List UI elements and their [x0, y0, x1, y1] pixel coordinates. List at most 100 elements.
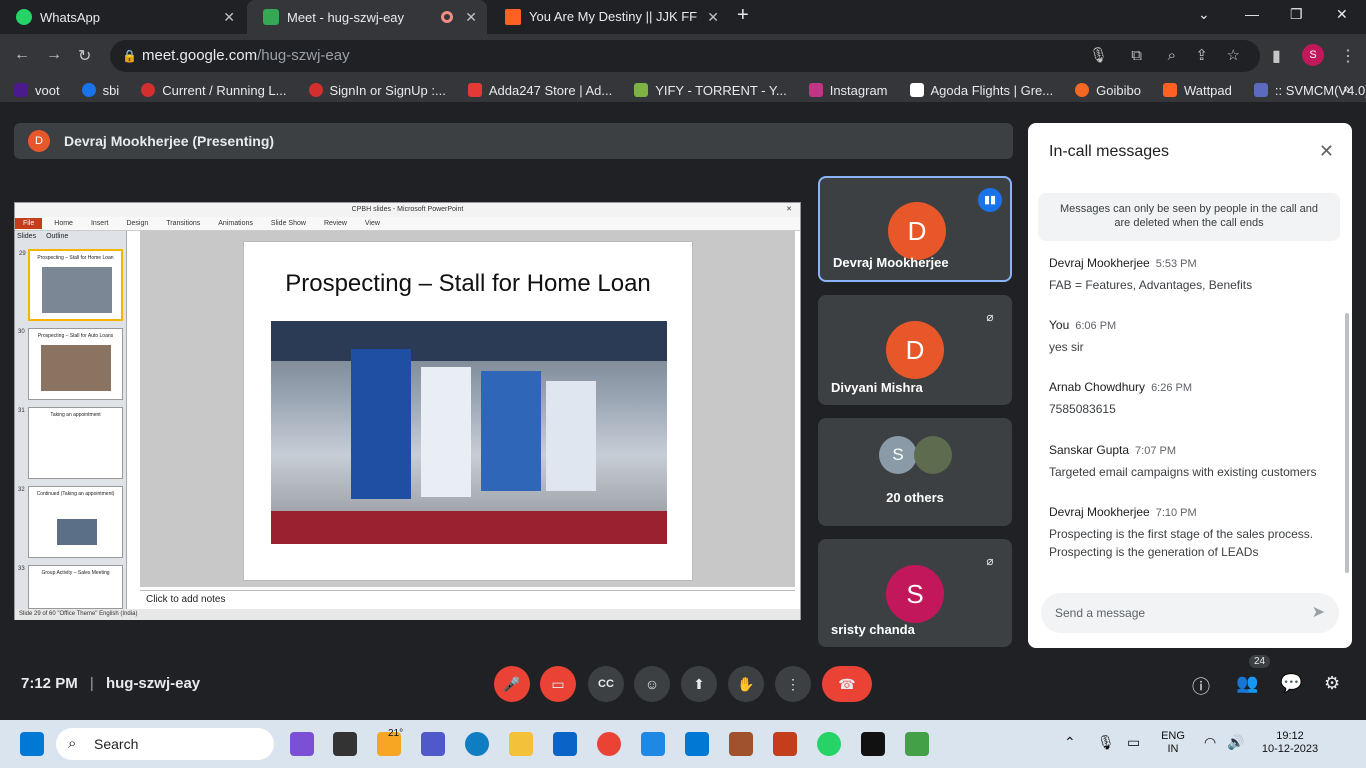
- bookmark-current-running[interactable]: Current / Running L...: [141, 83, 287, 98]
- ppt-status-bar: Slide 29 of 60 "Office Theme" English (I…: [15, 609, 800, 620]
- people-icon[interactable]: 👥: [1236, 673, 1258, 694]
- reload-icon[interactable]: ↻: [78, 46, 91, 66]
- present-button[interactable]: ⬆: [681, 666, 717, 702]
- language-indicator[interactable]: ENG IN: [1158, 730, 1188, 756]
- microphone-icon[interactable]: 🎙: [1089, 40, 1108, 72]
- blocked-icon: [141, 83, 156, 97]
- mail-icon[interactable]: [553, 732, 577, 756]
- bookmark-agoda[interactable]: Agoda Flights | Gre...: [909, 83, 1053, 98]
- message-text: 7585083615: [1049, 402, 1116, 416]
- bookmark-yify[interactable]: YIFY - TORRENT - Y...: [634, 83, 787, 98]
- copilot-icon[interactable]: [290, 732, 314, 756]
- chat-icon[interactable]: 💬: [1280, 673, 1302, 694]
- chat-scrollbar[interactable]: [1345, 313, 1349, 573]
- chrome-icon[interactable]: [597, 732, 621, 756]
- whatsapp-icon[interactable]: [817, 732, 841, 756]
- remote-desktop-icon[interactable]: [641, 732, 665, 756]
- participant-avatar: S: [879, 436, 917, 474]
- restore-icon[interactable]: ❐: [1290, 6, 1303, 23]
- meeting-code: hug-szwj-eay: [105, 675, 201, 692]
- mic-off-button[interactable]: 🎤: [494, 666, 530, 702]
- file-explorer-icon[interactable]: [509, 732, 533, 756]
- side-panel-icon[interactable]: ▮: [1272, 46, 1281, 66]
- captions-button[interactable]: CC: [588, 666, 624, 702]
- participant-tile[interactable]: S ⌀ sristy chanda: [818, 539, 1012, 647]
- chevron-up-icon[interactable]: ⌃: [1064, 734, 1076, 751]
- more-options-button[interactable]: ⋮: [775, 666, 811, 702]
- address-bar[interactable]: 🔒 meet.google.com/hug-szwj-eay 🎙 ⧉ ⌕ ⇪ ☆: [110, 40, 1260, 72]
- tab-meet[interactable]: Meet - hug-szwj-eay ✕: [247, 0, 487, 34]
- leave-call-button[interactable]: ☎: [822, 666, 872, 702]
- tab-search-icon[interactable]: ⌄: [1198, 6, 1210, 23]
- send-message-input[interactable]: Send a message ➤: [1041, 593, 1339, 633]
- close-icon[interactable]: ✕: [1319, 141, 1334, 162]
- teams-icon[interactable]: [421, 732, 445, 756]
- windows-start-icon[interactable]: [20, 732, 44, 756]
- goibibo-icon: [1075, 83, 1090, 97]
- open-in-window-icon[interactable]: ⧉: [1131, 40, 1142, 72]
- meet-main: D Devraj Mookherjee (Presenting) CPBH sl…: [0, 102, 1366, 720]
- slide-thumbnail: 32 Continued (Taking an appointment): [18, 486, 123, 558]
- participant-tile[interactable]: S 20 others: [818, 418, 1012, 526]
- edge-icon[interactable]: [465, 732, 489, 756]
- display-icon[interactable]: ▭: [1127, 734, 1140, 751]
- new-tab-button[interactable]: +: [737, 4, 749, 27]
- ribbon-tab: Design: [126, 220, 149, 227]
- powerpoint-icon[interactable]: [773, 732, 797, 756]
- thumb-photo: [41, 345, 111, 391]
- close-icon[interactable]: ✕: [465, 9, 477, 26]
- bookmark-wattpad[interactable]: Wattpad: [1162, 83, 1232, 98]
- profile-avatar[interactable]: S: [1302, 44, 1324, 66]
- message-sender: Devraj Mookherjee: [1049, 505, 1150, 519]
- send-icon[interactable]: ➤: [1312, 593, 1325, 633]
- slide-editor: Prospecting – Stall for Home Loan: [140, 231, 795, 587]
- raise-hand-button[interactable]: ✋: [728, 666, 764, 702]
- bookmark-goibibo[interactable]: Goibibo: [1075, 83, 1141, 98]
- close-window-icon[interactable]: ✕: [1336, 6, 1348, 23]
- participant-tile[interactable]: D ⌀ Divyani Mishra: [818, 295, 1012, 405]
- taskbar-search[interactable]: ⌕ Search: [56, 728, 274, 760]
- menu-icon[interactable]: ⋮: [1340, 46, 1356, 66]
- activities-icon[interactable]: ⚙: [1324, 673, 1340, 694]
- bookmark-voot[interactable]: voot: [14, 83, 60, 98]
- more-bookmarks-icon[interactable]: »: [1343, 82, 1350, 96]
- nodejs-icon[interactable]: [905, 732, 929, 756]
- back-icon[interactable]: ←: [14, 46, 30, 64]
- presenter-label: Devraj Mookherjee (Presenting): [64, 133, 275, 149]
- zoom-icon[interactable]: ⌕: [1168, 40, 1176, 72]
- game-icon[interactable]: [729, 732, 753, 756]
- search-icon: ⌕: [68, 735, 77, 752]
- tab-whatsapp[interactable]: WhatsApp ✕: [0, 0, 245, 34]
- thumb-title: Prospecting – Stall for Home Loan: [37, 255, 114, 261]
- close-icon[interactable]: ✕: [223, 9, 235, 26]
- chat-message: Sanskar Gupta 7:07 PM Targeted email campa…: [1049, 443, 1339, 481]
- close-icon[interactable]: ✕: [707, 9, 719, 26]
- slide-number: 29: [19, 251, 26, 257]
- camera-off-button[interactable]: ▭: [540, 666, 576, 702]
- participant-tile[interactable]: D ▮▮ Devraj Mookherjee: [818, 176, 1012, 282]
- bookmark-star-icon[interactable]: ☆: [1227, 40, 1240, 72]
- bookmark-signin[interactable]: SignIn or SignUp :...: [308, 83, 446, 98]
- minimize-icon[interactable]: —: [1245, 6, 1259, 22]
- bookmark-sbi[interactable]: sbi: [81, 83, 119, 98]
- emoji-button[interactable]: ☺: [634, 666, 670, 702]
- slide-thumbnail: 33 Group Activity – Sales Meeting: [18, 565, 123, 609]
- task-view-icon[interactable]: [333, 732, 357, 756]
- forward-icon[interactable]: →: [46, 46, 62, 64]
- meeting-details-icon[interactable]: ⓘ: [1192, 673, 1210, 699]
- terminal-icon[interactable]: [861, 732, 885, 756]
- bookmark-instagram[interactable]: Instagram: [808, 83, 888, 98]
- wifi-icon[interactable]: ◠: [1204, 734, 1216, 751]
- volume-icon[interactable]: 🔊: [1227, 734, 1244, 751]
- bookmark-label: Adda247 Store | Ad...: [488, 82, 613, 98]
- participant-avatar: D: [888, 202, 946, 260]
- vscode-icon[interactable]: [685, 732, 709, 756]
- participant-count-badge: 24: [1249, 655, 1271, 668]
- microphone-icon[interactable]: 🎙: [1097, 734, 1115, 751]
- system-clock[interactable]: 19:12 10-12-2023: [1255, 730, 1325, 756]
- bookmark-adda247[interactable]: Adda247 Store | Ad...: [467, 82, 613, 98]
- mic-off-icon: ⌀: [978, 549, 1002, 573]
- share-icon[interactable]: ⇪: [1195, 40, 1208, 72]
- ribbon-tab: File: [15, 218, 43, 229]
- tab-youtube[interactable]: You Are My Destiny || JJK FF || ✓ ✕: [489, 0, 729, 34]
